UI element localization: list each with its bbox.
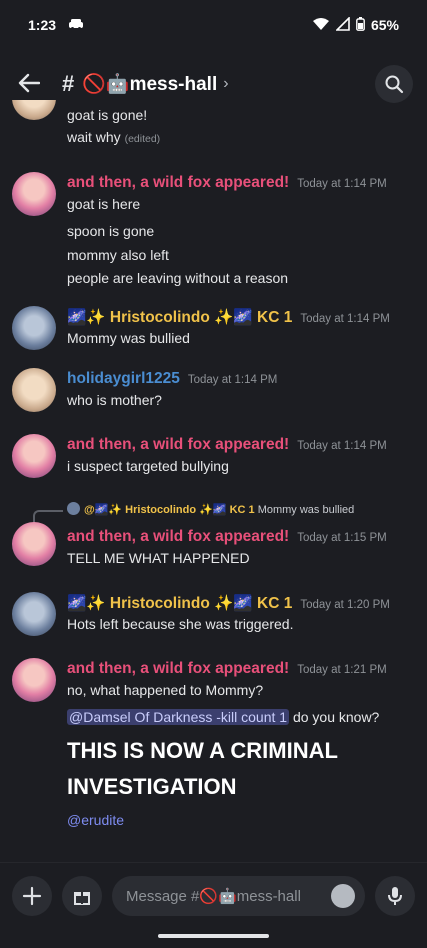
message-timestamp: Today at 1:15 PM <box>297 532 387 544</box>
home-indicator <box>158 934 269 938</box>
chevron-right-icon[interactable]: › <box>223 75 228 93</box>
message-author[interactable]: and then, a wild fox appeared! Today at 1… <box>67 528 387 546</box>
voice-message-button[interactable] <box>375 875 415 916</box>
message-line: people are leaving without a reason <box>67 270 289 286</box>
message-line: wait why (edited) <box>67 129 160 145</box>
reply-preview[interactable]: @🌌✨ Hristocolindo ✨🌌 KC 1 Mommy was bull… <box>67 502 354 516</box>
gift-button[interactable] <box>62 875 102 916</box>
message-timestamp: Today at 1:14 PM <box>297 440 387 452</box>
avatar[interactable] <box>12 306 56 350</box>
message-author[interactable]: and then, a wild fox appeared! Today at 1… <box>67 174 387 192</box>
composer-bar: Message #🚫🤖mess-hall <box>0 862 427 928</box>
hash-icon: # <box>62 71 75 96</box>
message-line: goat is here <box>67 196 141 212</box>
microphone-icon <box>388 886 402 905</box>
add-attachment-button[interactable] <box>12 875 52 916</box>
message-author[interactable]: and then, a wild fox appeared! Today at 1… <box>67 436 387 454</box>
message-line: @erudite <box>67 812 124 828</box>
author-name[interactable]: and then, a wild fox appeared! <box>67 436 289 453</box>
avatar[interactable] <box>12 658 56 702</box>
battery-percent: 65% <box>370 17 399 33</box>
status-time: 1:23 <box>28 17 57 33</box>
message-placeholder: Message #🚫🤖mess-hall <box>126 887 301 905</box>
signal-icon <box>335 15 350 34</box>
message-line: i suspect targeted bullying <box>67 458 229 474</box>
car-icon <box>68 17 84 33</box>
heading-text: THIS IS NOW A CRIMINAL <box>67 738 338 763</box>
message-line: spoon is gone <box>67 223 155 239</box>
author-name[interactable]: 🌌✨ Hristocolindo ✨🌌 KC 1 <box>67 595 292 612</box>
message-timestamp: Today at 1:20 PM <box>300 599 390 611</box>
avatar[interactable] <box>12 368 56 412</box>
edited-tag: (edited) <box>124 133 161 145</box>
author-name[interactable]: holidaygirl1225 <box>67 370 180 387</box>
author-name[interactable]: and then, a wild fox appeared! <box>67 174 289 191</box>
message-line: TELL ME WHAT HAPPENED <box>67 550 250 566</box>
author-name[interactable]: 🌌✨ Hristocolindo ✨🌌 KC 1 <box>67 309 292 326</box>
message-text: do you know? <box>289 709 380 725</box>
avatar[interactable] <box>12 592 56 636</box>
battery-icon <box>356 16 365 34</box>
message-line: who is mother? <box>67 392 162 408</box>
message-text: wait why <box>67 129 121 145</box>
message-author[interactable]: and then, a wild fox appeared! Today at 1… <box>67 660 387 678</box>
reply-avatar <box>67 502 80 515</box>
wifi-icon <box>312 17 330 34</box>
heading-text: INVESTIGATION <box>67 774 237 799</box>
user-mention[interactable]: @Damsel Of Darkness -kill count 1 <box>67 709 290 725</box>
reply-author: @🌌✨ Hristocolindo ✨🌌 KC 1 <box>84 504 255 516</box>
message-line: Hots left because she was triggered. <box>67 616 294 632</box>
channel-name[interactable]: 🚫🤖mess-hall <box>82 72 217 96</box>
status-bar: 1:23 65% <box>0 0 427 50</box>
message-line: goat is gone! <box>67 107 148 123</box>
message-timestamp: Today at 1:14 PM <box>300 313 390 325</box>
back-arrow-icon[interactable] <box>18 69 50 100</box>
search-button[interactable] <box>375 65 413 103</box>
message-line: no, what happened to Mommy? <box>67 682 264 698</box>
message-author[interactable]: 🌌✨ Hristocolindo ✨🌌 KC 1 Today at 1:20 PM <box>67 594 390 613</box>
message-input[interactable]: Message #🚫🤖mess-hall <box>112 875 365 916</box>
message-author[interactable]: 🌌✨ Hristocolindo ✨🌌 KC 1 Today at 1:14 PM <box>67 308 390 327</box>
avatar[interactable] <box>12 172 56 216</box>
search-icon <box>385 75 404 94</box>
emoji-icon[interactable] <box>331 883 355 908</box>
message-line: @Damsel Of Darkness -kill count 1 do you… <box>67 709 379 725</box>
message-timestamp: Today at 1:14 PM <box>187 374 278 386</box>
author-name[interactable]: and then, a wild fox appeared! <box>67 528 289 545</box>
reply-text: Mommy was bullied <box>257 504 355 516</box>
message-timestamp: Today at 1:14 PM <box>297 178 387 190</box>
user-mention[interactable]: @erudite <box>67 812 124 828</box>
avatar[interactable] <box>12 434 56 478</box>
message-author[interactable]: holidaygirl1225 Today at 1:14 PM <box>67 370 277 388</box>
gift-icon <box>74 891 90 905</box>
plus-icon <box>22 886 42 905</box>
message-timestamp: Today at 1:21 PM <box>297 664 387 676</box>
message-list[interactable]: goat is gone! wait why (edited) and then… <box>0 100 427 860</box>
message-line: Mommy was bullied <box>67 330 190 346</box>
message-line: mommy also left <box>67 247 169 263</box>
avatar[interactable] <box>12 522 56 566</box>
avatar[interactable] <box>12 100 56 120</box>
author-name[interactable]: and then, a wild fox appeared! <box>67 660 289 677</box>
